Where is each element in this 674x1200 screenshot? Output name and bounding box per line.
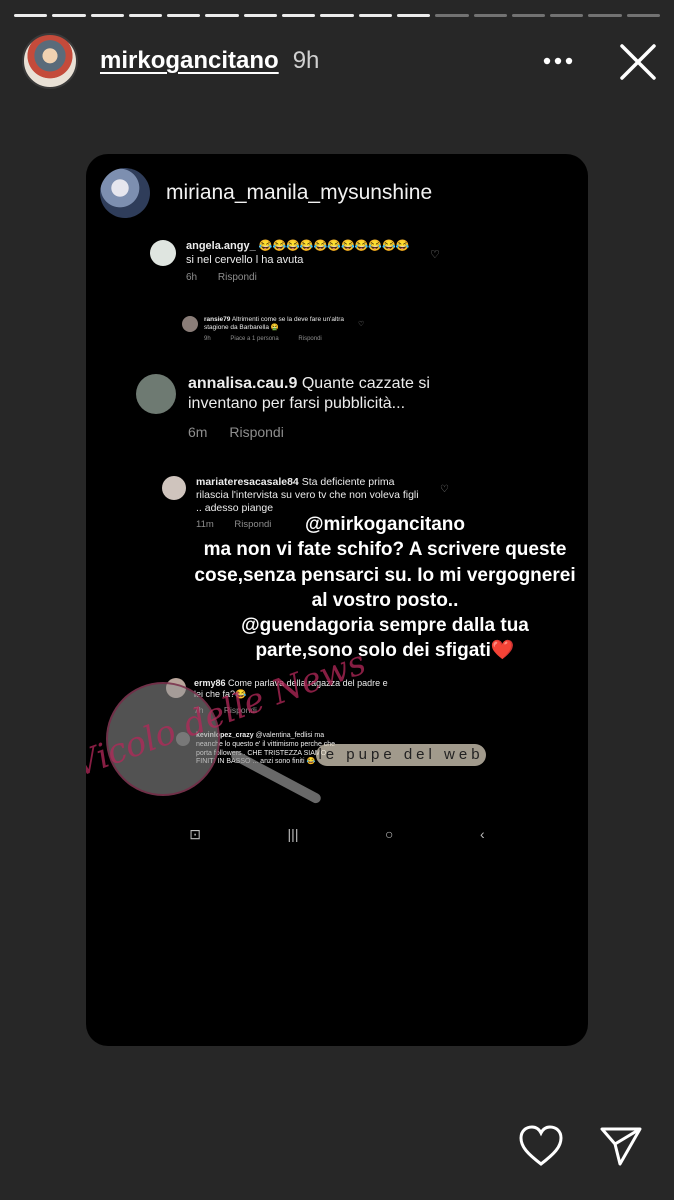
progress-segment bbox=[243, 14, 278, 17]
embedded-profile-header: miriana_manila_mysunshine bbox=[100, 168, 432, 218]
close-icon[interactable] bbox=[618, 42, 658, 82]
progress-segment bbox=[320, 14, 354, 17]
comment-avatar bbox=[136, 374, 176, 414]
comment-username: angela.angy_ bbox=[186, 240, 256, 252]
comment-time: 9h bbox=[204, 336, 211, 343]
progress-segment bbox=[90, 14, 124, 17]
comment-time: 6m bbox=[188, 424, 208, 440]
progress-segment bbox=[435, 14, 469, 17]
story-time: 9h bbox=[292, 47, 320, 74]
recent-apps-icon: ⊡ bbox=[189, 826, 201, 842]
more-dots-icon[interactable] bbox=[538, 48, 578, 74]
avatar[interactable] bbox=[22, 33, 78, 89]
home-icon: ○ bbox=[385, 826, 394, 842]
progress-segment bbox=[52, 14, 86, 17]
comment-heart-icon: ♡ bbox=[440, 484, 449, 495]
comment-avatar bbox=[150, 240, 176, 266]
progress-segment bbox=[473, 14, 507, 17]
story-media-screenshot: miriana_manila_mysunshine angela.angy_ 😂… bbox=[86, 154, 588, 1046]
progress-segment bbox=[128, 14, 163, 17]
progress-segment bbox=[550, 14, 584, 17]
comment-avatar bbox=[182, 316, 198, 332]
embedded-username: miriana_manila_mysunshine bbox=[166, 181, 433, 204]
comment-username: ransie79 bbox=[204, 316, 231, 323]
watermark-banner: le pupe del web bbox=[316, 744, 486, 766]
comment-username: mariateresacasale84 bbox=[196, 476, 299, 488]
back-icon: ‹ bbox=[480, 826, 485, 842]
overlay-text: @mirkogancitano ma non vi fate schifo? A… bbox=[194, 514, 576, 662]
menu-icon: ||| bbox=[287, 826, 299, 842]
progress-segment bbox=[282, 14, 316, 17]
progress-segment bbox=[588, 14, 622, 17]
progress-segment bbox=[14, 14, 48, 17]
comment-reply: ransie79 Altrimenti come se la deve fare… bbox=[182, 316, 352, 342]
comment: angela.angy_ 😂😂😂😂😂😂😂😂😂😂😂 si nel cervello… bbox=[150, 240, 420, 283]
comment-username: annalisa.cau.9 bbox=[188, 375, 298, 392]
progress-segment bbox=[205, 14, 239, 17]
reply-link: Rispondi bbox=[217, 271, 257, 283]
comment-time: 6h bbox=[186, 271, 198, 283]
story-header: mirkogancitano 9h bbox=[22, 32, 660, 90]
embedded-android-navbar: ⊡ ||| ○ ‹ bbox=[86, 826, 588, 846]
embedded-avatar bbox=[100, 168, 150, 218]
comment-heart-icon: ♡ bbox=[430, 249, 440, 261]
comment-likes: Piace a 1 persona bbox=[230, 336, 279, 343]
reply-link: Rispondi bbox=[298, 336, 322, 343]
progress-segment bbox=[167, 14, 201, 17]
story-text-overlay: @mirkogancitano ma non vi fate schifo? A… bbox=[190, 512, 580, 664]
send-icon[interactable] bbox=[598, 1124, 644, 1168]
story-progress-bar bbox=[14, 14, 661, 17]
story-username[interactable]: mirkogancitano bbox=[100, 47, 279, 75]
heart-icon[interactable] bbox=[518, 1124, 564, 1168]
comment-username: ermy86 bbox=[194, 678, 226, 688]
reply-link: Rispondi bbox=[229, 424, 284, 440]
comment: annalisa.cau.9 Quante cazzate si inventa… bbox=[136, 374, 466, 440]
story-viewer: mirkogancitano 9h miriana_manila_mysunsh… bbox=[0, 0, 674, 1200]
comment-avatar bbox=[162, 476, 186, 500]
progress-segment bbox=[396, 14, 431, 17]
progress-segment bbox=[358, 14, 392, 17]
comment-heart-icon: ♡ bbox=[358, 321, 365, 328]
progress-segment bbox=[511, 14, 546, 17]
progress-segment bbox=[626, 14, 661, 17]
